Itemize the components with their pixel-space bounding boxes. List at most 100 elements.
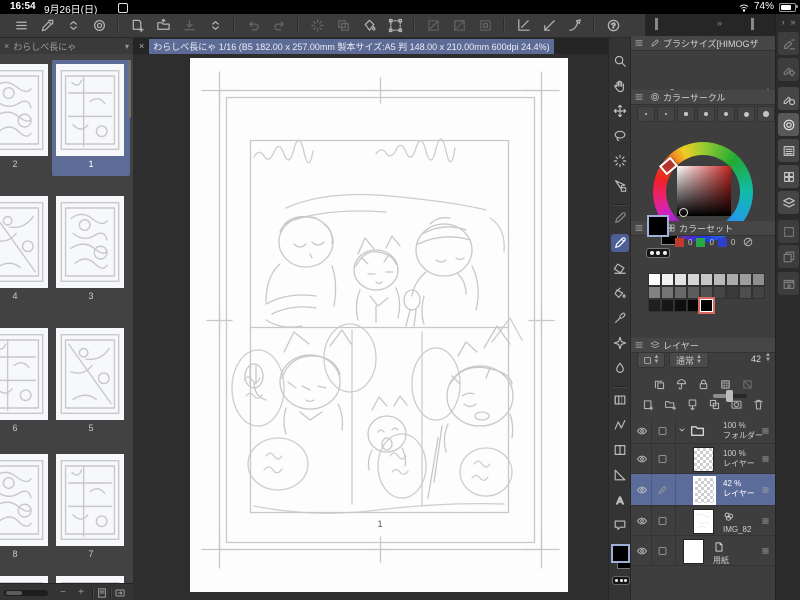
page-list-tab[interactable]: × わらしべ長にゃ ▾ <box>0 38 133 54</box>
color-swatch[interactable] <box>674 273 687 286</box>
color-wheel-panel-header[interactable]: カラーサークル <box>631 90 776 105</box>
panel-menu-icon[interactable] <box>634 223 644 233</box>
brush-preset-button[interactable] <box>757 106 775 122</box>
layer-palette-option-button[interactable]: ▲ ▼ <box>637 352 665 368</box>
color-swatch[interactable] <box>674 286 687 299</box>
brush-size-dock-icon[interactable] <box>778 87 799 110</box>
layer-row[interactable]: IMG_82 <box>631 506 776 536</box>
color-swatch[interactable] <box>661 273 674 286</box>
lasso-tool-icon[interactable] <box>611 127 629 145</box>
layer-thumbnail[interactable] <box>683 539 704 564</box>
expand-right-icon[interactable]: » <box>717 18 722 28</box>
page-thumbnail[interactable] <box>0 196 48 288</box>
subtool-dock-icon[interactable] <box>778 32 799 55</box>
zoom-in-button[interactable]: + <box>72 587 90 598</box>
foreground-color-swatch[interactable] <box>611 544 630 563</box>
invert-selection-icon[interactable] <box>446 16 472 36</box>
color-swatch[interactable] <box>752 273 765 286</box>
color-set-dock-icon[interactable] <box>778 165 799 188</box>
page-view-icon[interactable] <box>96 587 108 599</box>
panel-menu-icon[interactable] <box>634 38 644 48</box>
transparent-color-button[interactable] <box>612 576 630 585</box>
page-thumbnail-cell[interactable]: 6 <box>0 324 54 440</box>
color-swatch[interactable] <box>661 286 674 299</box>
dock-handle-icon[interactable] <box>655 18 658 30</box>
pen-share-icon[interactable] <box>34 16 60 36</box>
transfer-down-icon[interactable] <box>686 398 699 411</box>
layer-opacity-stepper[interactable]: ▲ ▼ <box>765 352 771 363</box>
new-page-icon[interactable] <box>124 16 150 36</box>
page-thumbnail[interactable] <box>56 64 124 156</box>
color-mix-icon[interactable] <box>742 236 754 248</box>
color-swatch[interactable] <box>713 286 726 299</box>
clip-at-layer-icon[interactable] <box>653 378 666 391</box>
visibility-eye-icon[interactable] <box>636 453 648 465</box>
hand-tool-icon[interactable] <box>611 77 629 95</box>
color-swatch[interactable] <box>687 273 700 286</box>
color-swatch[interactable] <box>700 286 713 299</box>
page-thumbnail-cell[interactable]: 8 <box>0 450 54 566</box>
undo-icon[interactable] <box>240 16 266 36</box>
new-layer-icon[interactable] <box>642 398 655 411</box>
color-swatch[interactable] <box>648 273 661 286</box>
close-icon[interactable]: × <box>4 41 9 51</box>
color-swatch[interactable] <box>648 299 661 312</box>
brush-preset-button[interactable] <box>697 106 715 122</box>
object-select-tool-icon[interactable] <box>611 177 629 195</box>
page-thumbnail-cell[interactable]: 2 <box>0 60 54 176</box>
color-swatch[interactable] <box>661 299 674 312</box>
text-tool-icon[interactable]: A <box>611 491 629 509</box>
reference-layer-icon[interactable] <box>675 378 688 391</box>
layer-thumbnail[interactable] <box>693 509 714 534</box>
page-thumbnail[interactable] <box>0 454 48 546</box>
sidebar-scrollbar[interactable] <box>128 60 131 118</box>
page-thumbnail-cell[interactable]: 3 <box>52 192 130 308</box>
ruler-tool-icon[interactable] <box>611 466 629 484</box>
page-thumbnail[interactable] <box>0 64 48 156</box>
row-menu-icon[interactable] <box>760 484 771 495</box>
open-file-icon[interactable] <box>150 16 176 36</box>
dock-handle-icon[interactable] <box>751 18 754 30</box>
material-dock-icon[interactable] <box>778 245 799 268</box>
eraser-tool-icon[interactable] <box>611 259 629 277</box>
chevron-updown-icon[interactable] <box>202 16 228 36</box>
brush-preset-button[interactable] <box>677 106 695 122</box>
chevron-updown-icon[interactable] <box>60 16 86 36</box>
page-thumbnail-cell[interactable]: 7 <box>52 450 130 566</box>
layer-thumbnail[interactable] <box>693 476 716 505</box>
pen-alt-tool-icon[interactable] <box>611 209 629 227</box>
color-swatch[interactable] <box>687 286 700 299</box>
color-swatch[interactable] <box>700 299 713 312</box>
color-swatch[interactable] <box>700 273 713 286</box>
refresh-icon[interactable] <box>304 16 330 36</box>
color-swatch[interactable] <box>713 273 726 286</box>
page-thumbnail[interactable] <box>0 328 48 420</box>
page-thumbnail[interactable] <box>56 576 124 583</box>
visibility-eye-icon[interactable] <box>636 425 648 437</box>
page-thumbnail-cell[interactable] <box>0 572 54 583</box>
brush-preset-button[interactable] <box>717 106 735 122</box>
page-thumbnail[interactable] <box>0 576 48 583</box>
blend-tool-icon[interactable] <box>611 359 629 377</box>
snap-angle-icon[interactable] <box>536 16 562 36</box>
menu-icon[interactable] <box>8 16 34 36</box>
color-swatch[interactable] <box>752 286 765 299</box>
figure-tool-icon[interactable] <box>611 416 629 434</box>
deselect-icon[interactable] <box>420 16 446 36</box>
snap-ruler-icon[interactable] <box>510 16 536 36</box>
csp-logo-icon[interactable] <box>86 16 112 36</box>
select-checkbox-icon[interactable] <box>657 453 668 464</box>
layer-row[interactable]: 100 % レイヤー <box>631 444 776 474</box>
color-swatch[interactable] <box>739 299 752 312</box>
transparent-color-button[interactable] <box>646 248 670 258</box>
redo-icon[interactable] <box>266 16 292 36</box>
color-swatch[interactable] <box>674 299 687 312</box>
panel-menu-icon[interactable] <box>634 340 644 350</box>
brush-size-panel-header[interactable]: ブラシサイズ[HIMOGザ <box>631 36 776 51</box>
layer-opacity-value[interactable]: 42 <box>751 354 761 364</box>
expand-chevron-icon[interactable] <box>677 425 687 435</box>
layers-panel-header[interactable]: レイヤー <box>631 338 776 353</box>
new-folder-icon[interactable] <box>664 398 677 411</box>
merge-pages-icon[interactable] <box>330 16 356 36</box>
brush-preset-button[interactable] <box>737 106 755 122</box>
